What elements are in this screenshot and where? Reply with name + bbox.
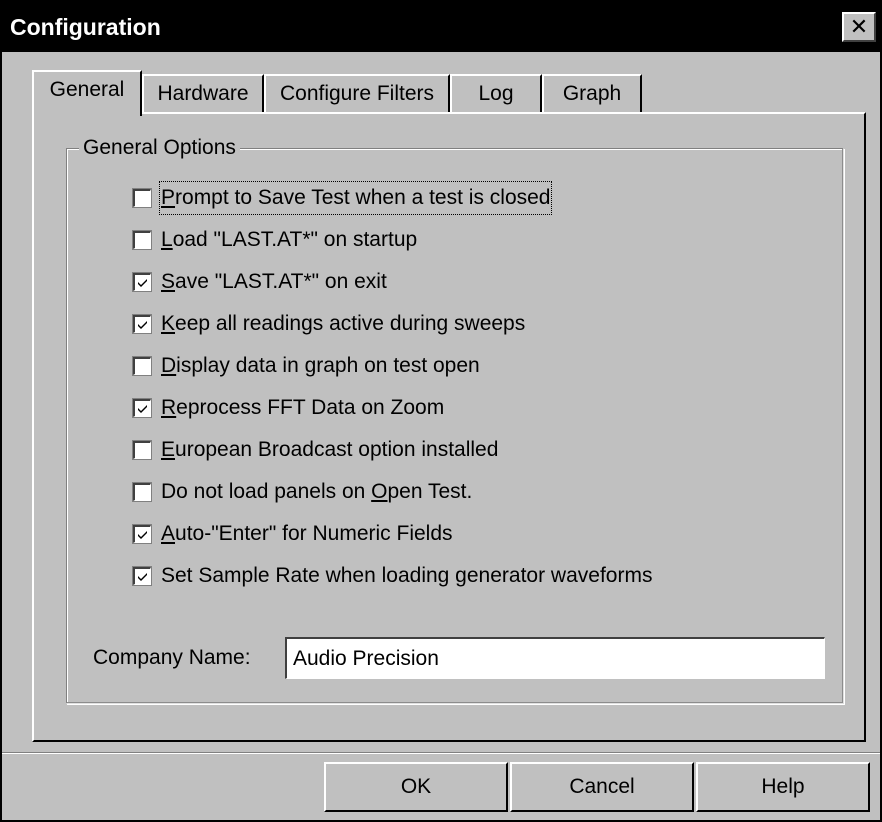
checkmark-icon	[138, 531, 147, 539]
checkbox-checked[interactable]	[132, 314, 152, 334]
option-label: Save "LAST.AT*" on exit	[161, 270, 387, 293]
group-title: General Options	[79, 135, 240, 161]
checkbox-unchecked[interactable]	[132, 482, 152, 502]
window-title: Configuration	[10, 14, 161, 40]
tab-hardware[interactable]: Hardware	[142, 74, 264, 112]
option-label: Reprocess FFT Data on Zoom	[161, 396, 445, 419]
ok-button[interactable]: OK	[324, 762, 508, 812]
option-label: Auto-"Enter" for Numeric Fields	[161, 522, 453, 545]
checkbox-checked[interactable]	[132, 272, 152, 292]
cancel-button[interactable]: Cancel	[510, 762, 694, 812]
checkbox-unchecked[interactable]	[132, 440, 152, 460]
company-name-input[interactable]	[285, 637, 825, 679]
help-button[interactable]: Help	[696, 762, 870, 812]
option-label: European Broadcast option installed	[161, 438, 499, 461]
title-bar: Configuration ✕	[2, 2, 880, 52]
option-label: Do not load panels on Open Test.	[161, 480, 473, 503]
general-options-group: General Options Prompt to Save Test when…	[66, 135, 844, 704]
option-label: Prompt to Save Test when a test is close…	[158, 181, 553, 215]
checkbox-checked[interactable]	[132, 524, 152, 544]
general-tab-panel: General Options Prompt to Save Test when…	[32, 112, 866, 742]
checkmark-icon	[138, 573, 147, 581]
tab-configure-filters[interactable]: Configure Filters	[264, 74, 450, 112]
checkbox-checked[interactable]	[132, 566, 152, 586]
option-label: Set Sample Rate when loading generator w…	[161, 564, 653, 587]
checkbox-checked[interactable]	[132, 398, 152, 418]
checkmark-icon	[138, 405, 147, 413]
option-label: Load "LAST.AT*" on startup	[161, 228, 418, 251]
close-icon: ✕	[849, 14, 869, 39]
checkbox-unchecked[interactable]	[132, 188, 152, 208]
configuration-dialog: Configuration ✕ General Hardware Configu…	[0, 0, 882, 822]
tab-log[interactable]: Log	[450, 74, 542, 112]
company-name-label: Company Name:	[93, 646, 251, 669]
button-separator	[2, 752, 880, 754]
close-button[interactable]: ✕	[842, 12, 876, 42]
option-label: Display data in graph on test open	[161, 354, 480, 377]
checkmark-icon	[138, 279, 147, 287]
tab-graph[interactable]: Graph	[542, 74, 642, 112]
checkbox-unchecked[interactable]	[132, 356, 152, 376]
option-label: Keep all readings active during sweeps	[161, 312, 526, 335]
checkmark-icon	[138, 321, 147, 329]
tab-general[interactable]: General	[32, 70, 142, 116]
checkbox-unchecked[interactable]	[132, 230, 152, 250]
